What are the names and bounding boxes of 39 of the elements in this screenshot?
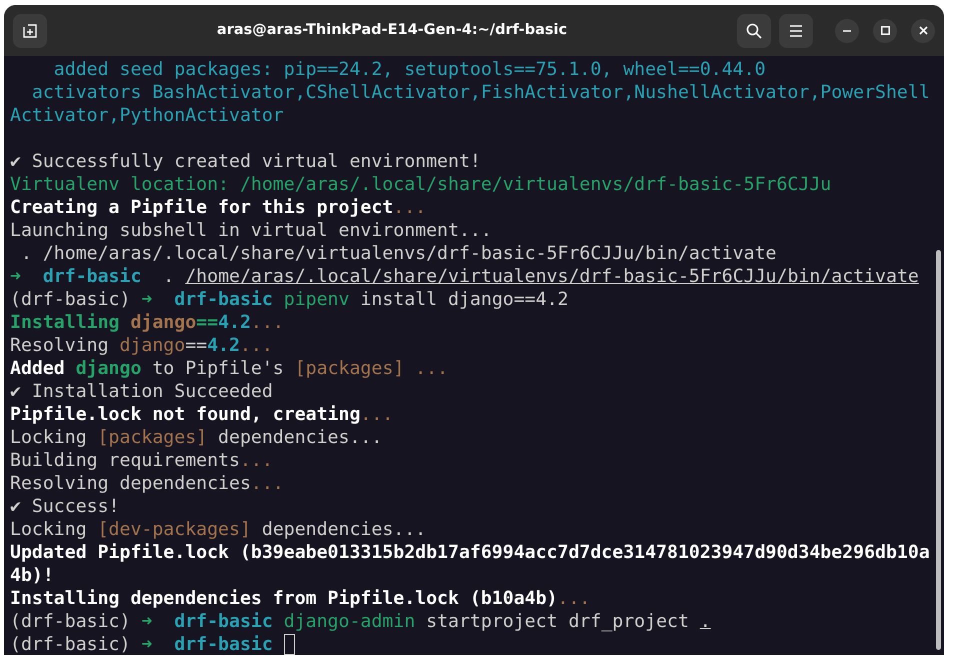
terminal-line: ✔ Installation Succeeded	[10, 380, 273, 403]
terminal-line: Resolving django==4.2...	[10, 334, 273, 357]
terminal-line: Pipfile.lock not found, creating...	[10, 403, 394, 426]
terminal-line: ✔ Success!	[10, 495, 120, 518]
menu-icon	[789, 24, 803, 36]
minimize-icon	[843, 30, 851, 32]
terminal-line: Resolving dependencies...	[10, 472, 284, 495]
terminal-line: Locking [dev-packages] dependencies...	[10, 518, 426, 541]
minimize-button[interactable]	[835, 18, 859, 42]
terminal-line: added seed packages: pip==24.2, setuptools==75.1.0, wheel==0.44.0	[52, 58, 766, 81]
terminal-line: 4b)!	[10, 564, 54, 587]
search-button[interactable]	[737, 14, 771, 48]
terminal-line: activators BashActivator,CShellActivator,FishActivator,NushellActivator,PowerShell	[30, 81, 930, 104]
terminal-line: ✔ Successfully created virtual environment!	[10, 150, 481, 173]
terminal-line: Updated Pipfile.lock (b39eabe013315b2db17af6994acc7d7dce314781023947d90d34be296db10a	[10, 541, 930, 564]
terminal-line: Launching subshell in virtual environment...	[10, 219, 492, 242]
terminal-line: Installing django==4.2...	[10, 311, 284, 334]
terminal-line: Virtualenv location: /home/aras/.local/share/virtualenvs/drf-basic-5Fr6CJJu	[10, 173, 832, 196]
close-button[interactable]	[911, 18, 935, 42]
terminal-line: (drf-basic) ➜ drf-basic pipenv install django==4.2	[10, 288, 568, 311]
terminal-line: ➜ drf-basic . /home/aras/.local/share/virtualenvs/drf-basic-5Fr6CJJu/bin/activate	[10, 265, 919, 288]
terminal-line: Added django to Pipfile's [packages] ...	[10, 357, 448, 380]
maximize-button[interactable]	[873, 18, 897, 42]
scrollbar[interactable]	[936, 250, 941, 650]
maximize-icon	[880, 26, 890, 35]
terminal-line: . /home/aras/.local/share/virtualenvs/drf-basic-5Fr6CJJu/bin/activate	[20, 242, 776, 265]
new-tab-icon	[22, 22, 38, 38]
menu-button[interactable]	[779, 14, 813, 48]
new-tab-button[interactable]	[13, 14, 47, 48]
terminal-line: Locking [packages] dependencies...	[10, 426, 382, 449]
window-title: aras@aras-ThinkPad-E14-Gen-4:~/drf-basic	[216, 20, 568, 40]
terminal-line: Installing dependencies from Pipfile.lock (b10a4b)...	[10, 587, 590, 610]
terminal-line: Building requirements...	[10, 449, 273, 472]
close-icon	[918, 26, 928, 35]
terminal-line: (drf-basic) ➜ drf-basic django-admin startproject drf_project .	[10, 610, 711, 633]
search-icon	[746, 22, 762, 38]
terminal-line: Creating a Pipfile for this project...	[10, 196, 426, 219]
terminal-line: (drf-basic) ➜ drf-basic	[10, 633, 273, 655]
terminal-line: Activator,PythonActivator	[10, 104, 284, 127]
